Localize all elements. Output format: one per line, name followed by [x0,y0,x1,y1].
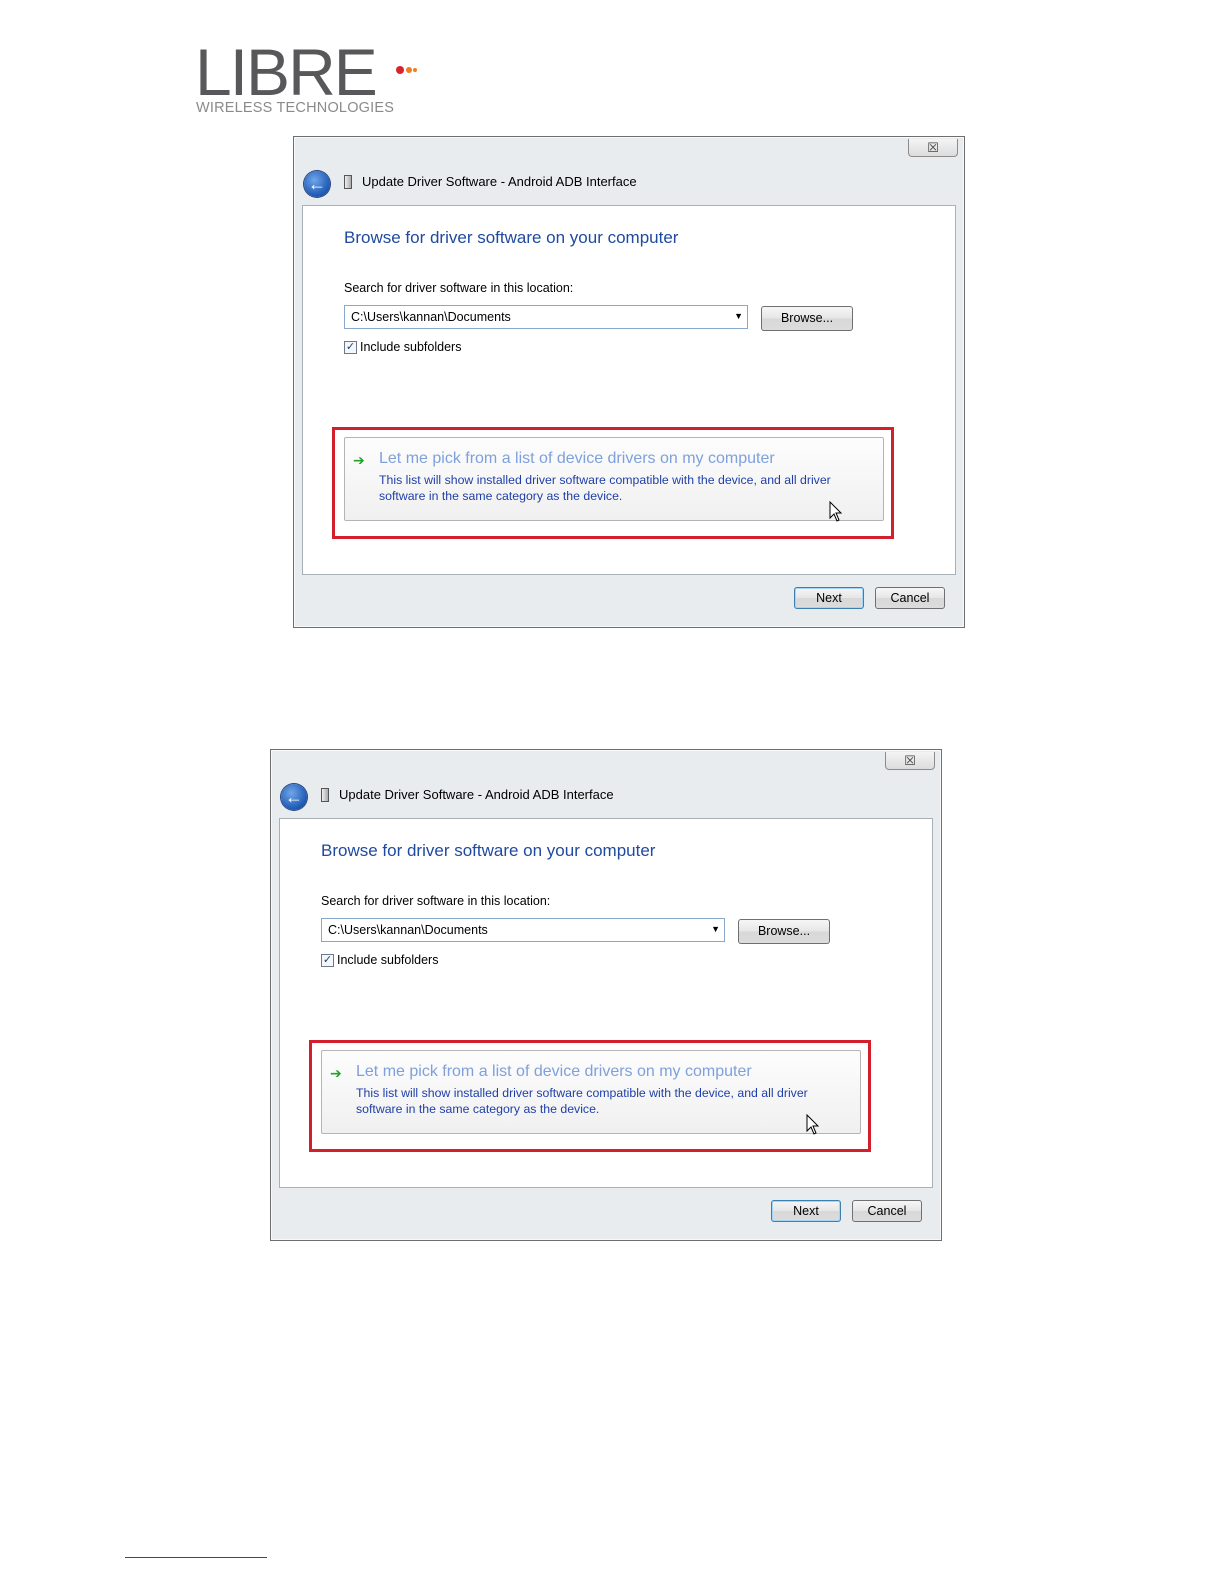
logo-dot-orange-2 [413,68,417,72]
logo-wordmark: LIBRE [195,35,378,109]
page-heading: Browse for driver software on your compu… [321,841,656,860]
dialog-footer: Next Cancel [302,575,956,621]
close-button[interactable]: ☒ [885,752,935,770]
mouse-cursor-icon [829,501,843,522]
logo-dot-red [396,66,404,74]
path-value: C:\Users\kannan\Documents [328,923,488,937]
path-combobox[interactable]: C:\Users\kannan\Documents ▼ [321,918,725,942]
next-button[interactable]: Next [794,587,864,609]
update-driver-dialog-2: ☒ ← Update Driver Software - Android ADB… [270,749,942,1241]
next-button-label: Next [816,591,842,605]
window-title: Update Driver Software - Android ADB Int… [362,174,637,189]
search-location-label: Search for driver software in this locat… [344,281,574,295]
path-combobox[interactable]: C:\Users\kannan\Documents ▼ [344,305,748,329]
back-arrow-icon: ← [285,787,303,807]
logo-dot-orange-1 [406,67,412,73]
chevron-down-icon[interactable]: ▼ [711,924,720,934]
update-driver-dialog-1: ☒ ← Update Driver Software - Android ADB… [293,136,965,628]
window-title: Update Driver Software - Android ADB Int… [339,787,614,802]
libre-logo: LIBRE WIRELESS TECHNOLOGIES [195,35,425,120]
back-button[interactable]: ← [281,784,307,810]
footer-link-underline [125,1557,267,1558]
pick-from-list-option[interactable]: ➔ Let me pick from a list of device driv… [321,1050,861,1134]
close-icon: ☒ [927,140,939,155]
cancel-button-label: Cancel [867,1204,907,1218]
path-value: C:\Users\kannan\Documents [351,310,511,324]
search-location-label: Search for driver software in this locat… [321,894,551,908]
device-icon [344,175,352,189]
dialog-footer: Next Cancel [279,1188,933,1234]
back-arrow-icon: ← [308,174,326,194]
browse-button-label: Browse... [757,924,811,938]
include-subfolders-label[interactable]: Include subfolders [337,953,438,967]
green-arrow-icon: ➔ [353,452,365,468]
back-button[interactable]: ← [304,171,330,197]
include-subfolders-checkbox[interactable]: ✓ [321,954,334,967]
include-subfolders-label[interactable]: Include subfolders [360,340,461,354]
dialog-titlebar: ← Update Driver Software - Android ADB I… [302,167,956,201]
browse-button-label: Browse... [780,311,834,325]
mouse-cursor-icon [806,1114,820,1135]
logo-tagline: WIRELESS TECHNOLOGIES [196,100,395,116]
cancel-button-label: Cancel [890,591,930,605]
dialog-titlebar: ← Update Driver Software - Android ADB I… [279,780,933,814]
close-button[interactable]: ☒ [908,139,958,157]
next-button[interactable]: Next [771,1200,841,1222]
page-heading: Browse for driver software on your compu… [344,228,679,247]
option-title[interactable]: Let me pick from a list of device driver… [356,1063,752,1081]
cancel-button[interactable]: Cancel [852,1200,922,1222]
device-icon [321,788,329,802]
pick-from-list-option[interactable]: ➔ Let me pick from a list of device driv… [344,437,884,521]
green-arrow-icon: ➔ [330,1065,342,1081]
option-description: This list will show installed driver sof… [379,473,831,503]
dialog-content: Browse for driver software on your compu… [302,205,956,575]
option-description: This list will show installed driver sof… [356,1086,808,1116]
browse-button[interactable]: Browse... [738,919,830,944]
include-subfolders-checkbox[interactable]: ✓ [344,341,357,354]
browse-button[interactable]: Browse... [761,306,853,331]
option-title[interactable]: Let me pick from a list of device driver… [379,450,775,468]
chevron-down-icon[interactable]: ▼ [734,311,743,321]
next-button-label: Next [793,1204,819,1218]
close-icon: ☒ [904,753,916,768]
cancel-button[interactable]: Cancel [875,587,945,609]
dialog-content: Browse for driver software on your compu… [279,818,933,1188]
